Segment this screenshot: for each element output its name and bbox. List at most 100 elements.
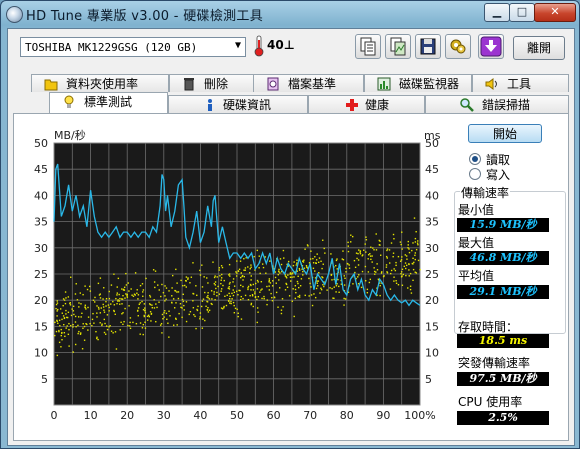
access-time-point [294,288,297,291]
tab-benchmark[interactable]: 標準測試 [49,92,168,113]
access-time-point [99,277,102,279]
x-tick: 60 [267,409,281,422]
access-time-point [64,335,66,338]
maximize-button[interactable]: □ [509,3,535,22]
access-time-point [164,310,166,312]
title-bar[interactable]: HD Tune 專業版 v3.00 - 硬碟檢測工具 ▁ □ ✕ [1,1,579,27]
access-time-point [117,299,119,301]
access-time-point [386,248,389,250]
access-time-point [258,267,260,269]
access-time-point [121,303,123,305]
access-time-point [124,297,126,299]
access-time-point [408,269,410,271]
access-time-point [68,322,70,325]
access-time-point [258,255,260,257]
access-time-point [295,264,298,266]
cpu-usage-label: CPU 使用率 [458,395,523,409]
access-time-point [249,268,251,270]
access-time-point [389,288,392,290]
minimize-button[interactable]: ▁ [484,3,510,22]
x-tick: 70 [303,409,317,422]
access-time-point [103,287,105,289]
access-time-point [239,276,242,279]
access-time-point [298,294,301,297]
access-time-point [366,291,369,294]
access-time-point [185,276,188,278]
exit-button[interactable]: 離開 [513,36,565,60]
start-button[interactable]: 開始 [468,124,542,143]
access-time-point [297,275,299,278]
access-time-point [122,312,124,314]
access-time-point [149,294,151,297]
access-time-point [64,302,67,305]
access-time-point [298,286,300,289]
access-time-point [66,316,68,319]
access-time-point [260,289,262,291]
access-time-point [379,254,382,256]
access-time-point [127,282,130,284]
access-time-point [158,289,160,291]
access-time-point [401,284,404,286]
access-time-point [236,272,238,274]
access-time-point [268,281,270,283]
access-time-point [417,244,419,246]
access-time-point [195,327,197,330]
access-time-point [378,244,381,246]
access-time-point [79,292,82,294]
access-time-point [298,296,301,298]
access-time-point [377,278,380,280]
access-time-point [64,291,67,293]
options-button[interactable] [445,34,471,59]
access-time-point [231,298,233,300]
access-time-point [108,297,111,300]
access-time-point [350,234,352,236]
download-button[interactable] [478,34,504,59]
access-time-point [275,282,277,284]
close-button[interactable]: ✕ [534,3,576,22]
access-time-point [207,292,209,294]
access-time-point [208,298,211,300]
access-time-point [71,308,73,310]
access-time-point [167,322,169,324]
access-time-point [408,263,410,265]
access-time-point [409,288,412,291]
access-time-point [201,264,203,266]
access-time-point [214,275,216,277]
access-time-point [218,267,221,269]
access-time-point [91,324,93,327]
read-radio[interactable] [469,153,481,165]
access-time-point [296,280,299,283]
access-time-point [213,293,215,295]
access-time-point [144,310,146,312]
access-time-point [261,297,263,300]
access-time-point [249,272,251,274]
access-time-point [150,312,153,315]
access-time-point [119,297,121,300]
access-time-point [285,277,288,279]
access-time-point [106,314,109,316]
burst-rate-label: 突發傳輸速率 [458,356,531,370]
tab-tools[interactable]: 工具 [472,74,569,92]
access-time-point [230,300,232,303]
access-time-point [85,308,87,310]
access-time-point [397,284,400,286]
access-time-point [184,284,186,287]
access-time-point [159,324,162,326]
access-time-point [304,248,306,250]
access-time-point [343,304,345,306]
access-time-point [314,296,317,299]
write-radio[interactable] [469,168,481,180]
min-label: 最小值 [458,203,495,217]
access-time-point [309,258,312,260]
access-time-point [243,269,245,271]
access-time-point [98,308,100,310]
access-time-point [293,276,295,278]
access-time-point [96,316,98,318]
y-tick-left: 10 [34,347,48,360]
access-time-point [371,255,373,257]
access-time-point [217,285,219,288]
access-time-point [137,309,139,312]
access-time-point [210,302,212,305]
access-time-point [62,304,64,307]
access-time-point [312,257,314,260]
